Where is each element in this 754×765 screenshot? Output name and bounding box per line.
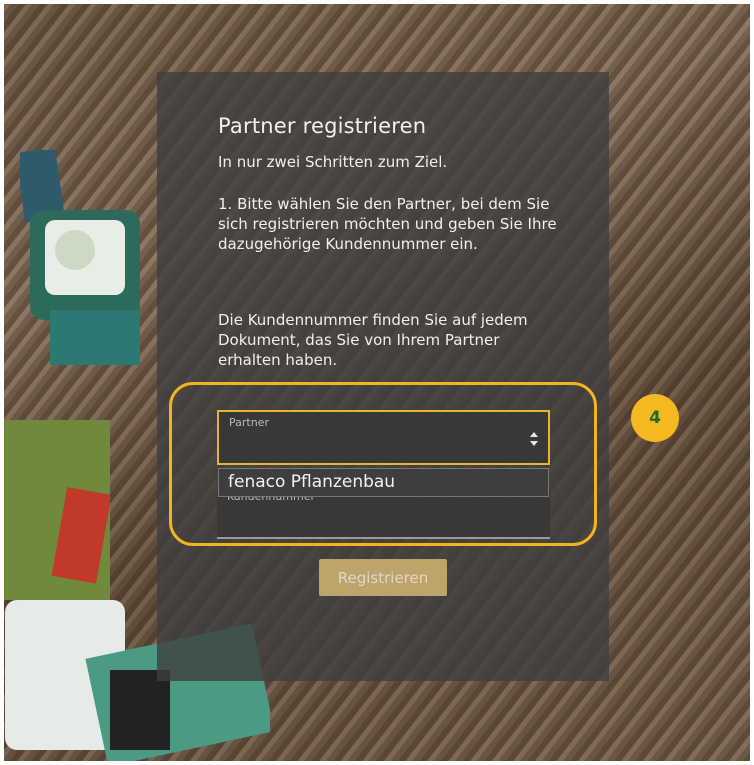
kundennummer-hint: Die Kundennummer finden Sie auf jedem Do… xyxy=(218,311,528,369)
step-badge: 4 xyxy=(631,394,679,442)
highlight-annotation xyxy=(169,382,597,546)
register-button[interactable]: Registrieren xyxy=(319,559,447,596)
page-title: Partner registrieren xyxy=(218,114,427,138)
step1-instruction: 1. Bitte wählen Sie den Partner, bei dem… xyxy=(218,195,557,253)
tractor-image xyxy=(20,150,140,365)
subtitle-text: In nur zwei Schritten zum Ziel. xyxy=(218,153,448,171)
